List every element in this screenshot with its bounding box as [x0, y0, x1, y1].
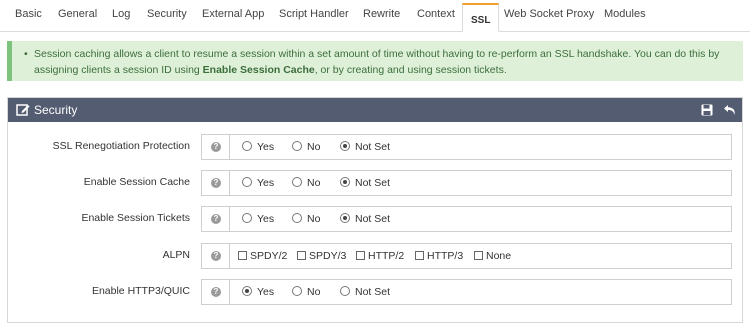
tab-context[interactable]: Context	[417, 8, 455, 20]
radio-yes[interactable]: Yes	[242, 286, 274, 298]
option-label: No	[307, 213, 321, 225]
save-icon[interactable]	[701, 104, 713, 116]
row-field: ? Yes No Not Set	[201, 134, 732, 160]
radio-circle	[292, 177, 302, 187]
tab-web-socket-proxy[interactable]: Web Socket Proxy	[504, 8, 594, 20]
tab-bar: Basic General Log Security External App …	[0, 0, 750, 32]
radio-no[interactable]: No	[292, 141, 320, 153]
security-panel: Security SSL Renegotiation Protection ? …	[7, 97, 743, 323]
option-label: HTTP/3	[427, 250, 464, 262]
checkbox-spdy3[interactable]: SPDY/3	[297, 250, 346, 262]
tab-ssl[interactable]: SSL	[462, 3, 500, 32]
row-field: ? SPDY/2 SPDY/3 HTTP/2 HTTP/3 None	[201, 243, 732, 269]
row-label: Enable Session Cache	[83, 176, 190, 188]
checkbox-box	[297, 251, 306, 260]
tab-general[interactable]: General	[58, 8, 97, 20]
radio-no[interactable]: No	[292, 213, 320, 225]
radio-circle	[242, 213, 252, 223]
help-icon: ?	[211, 178, 221, 188]
radio-circle-selected	[340, 213, 350, 223]
row-field: ? Yes No Not Set	[201, 170, 732, 196]
row-ssl-renegotiation: SSL Renegotiation Protection ? Yes No No…	[8, 134, 742, 160]
option-label: Not Set	[355, 177, 391, 189]
banner-bullet: •	[24, 48, 28, 60]
radio-circle-selected	[340, 141, 350, 151]
radio-circle	[242, 141, 252, 151]
tab-basic[interactable]: Basic	[15, 8, 42, 20]
row-label: ALPN	[162, 249, 190, 261]
option-label: Not Set	[355, 286, 391, 298]
checkbox-http2[interactable]: HTTP/2	[356, 250, 404, 262]
checkbox-none[interactable]: None	[474, 250, 511, 262]
option-label: No	[307, 286, 321, 298]
row-alpn: ALPN ? SPDY/2 SPDY/3 HTTP/2 HTTP/3 None	[8, 243, 742, 269]
panel-title: Security	[34, 103, 78, 117]
tab-modules[interactable]: Modules	[604, 8, 646, 20]
row-field: ? Yes No Not Set	[201, 279, 732, 305]
banner-text-bold: Enable Session Cache	[202, 64, 315, 76]
checkbox-box	[474, 251, 483, 260]
checkbox-box	[356, 251, 365, 260]
radio-circle	[292, 213, 302, 223]
banner-text-part2: , or by creating and using session ticke…	[314, 64, 507, 76]
info-banner: • Session caching allows a client to res…	[7, 41, 743, 81]
tab-script-handler[interactable]: Script Handler	[279, 8, 349, 20]
option-label: SPDY/2	[250, 250, 288, 262]
tab-security[interactable]: Security	[147, 8, 187, 20]
option-label: Yes	[257, 177, 275, 189]
radio-not-set[interactable]: Not Set	[340, 177, 390, 189]
option-label: HTTP/2	[368, 250, 405, 262]
option-label: SPDY/3	[309, 250, 347, 262]
checkbox-spdy2[interactable]: SPDY/2	[238, 250, 287, 262]
radio-yes[interactable]: Yes	[242, 213, 274, 225]
checkbox-box	[415, 251, 424, 260]
checkbox-http3[interactable]: HTTP/3	[415, 250, 463, 262]
radio-yes[interactable]: Yes	[242, 141, 274, 153]
tab-external-app[interactable]: External App	[202, 8, 264, 20]
radio-not-set[interactable]: Not Set	[340, 141, 390, 153]
radio-circle	[242, 177, 252, 187]
option-label: Not Set	[355, 141, 391, 153]
help-button[interactable]: ?	[202, 207, 230, 231]
radio-yes[interactable]: Yes	[242, 177, 274, 189]
help-button[interactable]: ?	[202, 135, 230, 159]
radio-circle	[292, 286, 302, 296]
radio-no[interactable]: No	[292, 286, 320, 298]
row-enable-session-tickets: Enable Session Tickets ? Yes No Not Set	[8, 206, 742, 232]
row-label: Enable Session Tickets	[81, 212, 190, 224]
row-field: ? Yes No Not Set	[201, 206, 732, 232]
row-enable-http3-quic: Enable HTTP3/QUIC ? Yes No Not Set	[8, 279, 742, 305]
row-label: SSL Renegotiation Protection	[52, 140, 190, 152]
tab-log[interactable]: Log	[112, 8, 130, 20]
option-label: No	[307, 177, 321, 189]
help-button[interactable]: ?	[202, 244, 230, 268]
radio-not-set[interactable]: Not Set	[340, 213, 390, 225]
help-icon: ?	[211, 287, 221, 297]
help-icon: ?	[211, 214, 221, 224]
option-label: Yes	[257, 141, 275, 153]
tab-rewrite[interactable]: Rewrite	[363, 8, 400, 20]
radio-circle-selected	[340, 177, 350, 187]
help-button[interactable]: ?	[202, 280, 230, 304]
option-label: None	[486, 250, 512, 262]
radio-no[interactable]: No	[292, 177, 320, 189]
help-button[interactable]: ?	[202, 171, 230, 195]
radio-circle	[292, 141, 302, 151]
row-label: Enable HTTP3/QUIC	[91, 285, 190, 297]
radio-not-set[interactable]: Not Set	[340, 286, 390, 298]
row-enable-session-cache: Enable Session Cache ? Yes No Not Set	[8, 170, 742, 196]
help-icon: ?	[211, 251, 221, 261]
option-label: No	[307, 141, 321, 153]
radio-circle-selected	[242, 286, 252, 296]
help-icon: ?	[211, 142, 221, 152]
checkbox-box	[238, 251, 247, 260]
option-label: Yes	[257, 286, 275, 298]
option-label: Yes	[257, 213, 275, 225]
panel-header: Security	[8, 98, 742, 122]
edit-icon	[16, 104, 30, 116]
radio-circle	[340, 286, 350, 296]
option-label: Not Set	[355, 213, 391, 225]
undo-icon[interactable]	[723, 103, 737, 117]
